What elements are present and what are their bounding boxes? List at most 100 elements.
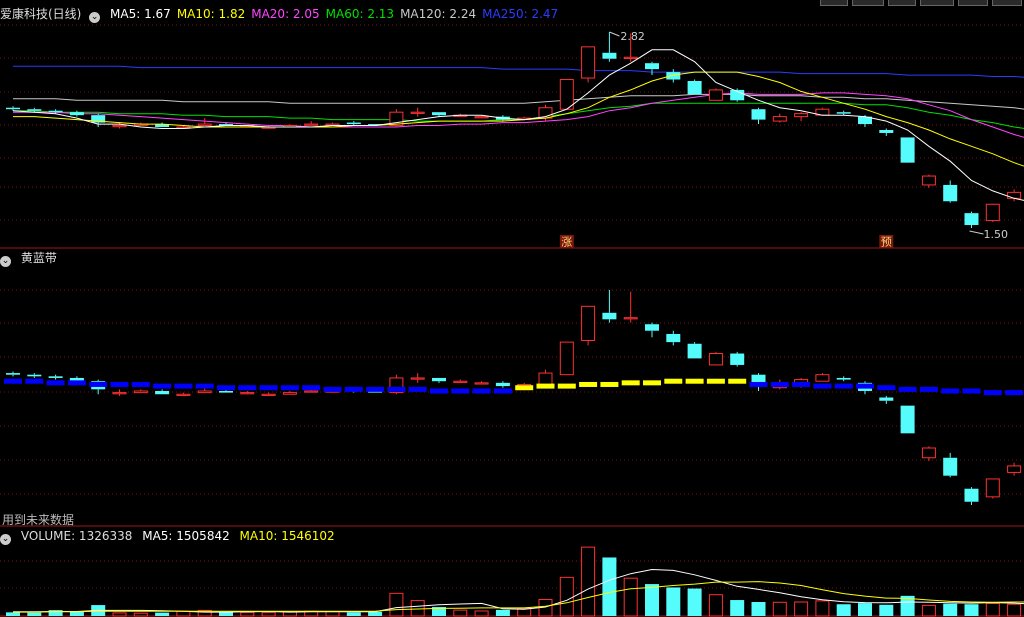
panel3-header: ⌄ VOLUME: 1326338 MA5: 1505842 MA10: 154… — [0, 528, 341, 545]
ma-legend-item: MA10: 1.82 — [176, 7, 246, 21]
candle-body — [921, 447, 936, 459]
candle-body — [730, 353, 745, 365]
candle-body — [921, 175, 936, 186]
band-segment — [387, 386, 406, 392]
candle-body — [645, 63, 659, 70]
band-segment — [344, 386, 363, 392]
toolbar-tab-1[interactable] — [820, 0, 848, 6]
candle-body — [48, 110, 63, 113]
low-price-label: 1.50 — [984, 228, 1009, 241]
band-segment — [919, 386, 938, 392]
candle-body — [559, 341, 574, 376]
volume-bar — [985, 602, 1000, 617]
chevron-down-icon[interactable]: ⌄ — [0, 534, 11, 545]
band-segment — [217, 385, 235, 391]
volume-bar — [581, 546, 596, 617]
band-segment — [174, 383, 193, 389]
band-segment — [110, 381, 129, 387]
volume-ma10-line — [13, 581, 1024, 613]
volume-bar — [346, 612, 361, 616]
candle-body — [666, 72, 681, 80]
volume-bar — [389, 592, 404, 617]
candle-body — [581, 46, 596, 79]
band-segment — [238, 385, 257, 391]
candle-body — [836, 112, 851, 114]
candle-body — [432, 377, 446, 382]
volume-bar — [921, 604, 936, 617]
volume-bar — [645, 584, 659, 616]
band-segment — [792, 381, 811, 387]
candle-body — [985, 478, 1000, 498]
band-segment — [962, 388, 981, 394]
toolbar-tab-5[interactable] — [958, 0, 988, 6]
volume-bar — [240, 611, 255, 617]
band-segment — [749, 381, 768, 387]
candle-body — [240, 392, 255, 395]
candle-body — [495, 382, 510, 387]
ma250-line — [13, 65, 1024, 78]
candle-body — [943, 184, 958, 202]
toolbar-tab-4[interactable] — [920, 0, 954, 6]
volume-bar — [69, 611, 84, 616]
band-segment — [664, 378, 683, 384]
band-segment — [302, 385, 321, 391]
band-segment — [643, 380, 661, 386]
panel1-title: 爱康科技(日线) — [0, 7, 82, 21]
candle-body — [900, 137, 915, 163]
band-segment — [131, 381, 150, 387]
volume-ma10: MA10: 1546102 — [239, 529, 335, 543]
band-segment — [4, 378, 22, 384]
candle-body — [623, 56, 638, 59]
high-price-label: 2.82 — [620, 30, 645, 43]
volume-bar — [772, 601, 787, 617]
candle-body — [282, 392, 297, 395]
toolbar-tab-6[interactable] — [992, 0, 1022, 6]
toolbar-tab-2[interactable] — [852, 0, 884, 6]
band-segment — [579, 381, 598, 387]
volume-bar — [687, 588, 702, 616]
candle-body — [751, 109, 766, 120]
band-segment — [877, 385, 896, 391]
chevron-down-icon[interactable]: ⌄ — [89, 12, 101, 23]
candle-body — [197, 390, 212, 394]
candle-body — [879, 397, 894, 401]
volume-bar — [368, 611, 383, 616]
candle-body — [69, 112, 84, 116]
panel1-header: 爱康科技(日线) ⌄ MA5: 1.67 MA10: 1.82 MA20: 2.05… — [0, 6, 570, 23]
band-segment — [941, 388, 960, 394]
band-segment — [983, 390, 1002, 396]
band-segment — [366, 386, 385, 392]
volume-bar — [176, 610, 191, 617]
candle-body — [346, 122, 361, 125]
candle-body — [794, 113, 809, 118]
candle-body — [304, 390, 319, 393]
band-segment — [323, 386, 342, 392]
candle-body — [602, 52, 617, 59]
candle-body — [304, 123, 319, 126]
volume-bar — [261, 611, 276, 617]
volume-bar — [730, 600, 745, 616]
ma-legend-item: MA60: 2.13 — [325, 7, 395, 21]
toolbar-tab-3[interactable] — [888, 0, 916, 6]
chevron-down-icon[interactable]: ⌄ — [0, 256, 11, 267]
band-segment — [195, 383, 214, 389]
volume-bar — [155, 612, 170, 616]
ma-legend-item: MA120: 2.24 — [400, 7, 477, 21]
candle-body — [964, 488, 979, 502]
candle-body — [708, 353, 723, 366]
volume-bar — [858, 603, 872, 616]
band-segment — [557, 383, 576, 389]
volume-bar — [27, 612, 42, 616]
ma10-line — [13, 71, 1024, 167]
volume-bar — [666, 587, 681, 616]
candle-body — [964, 213, 979, 226]
candle-body — [1007, 191, 1022, 199]
band-segment — [600, 381, 619, 387]
candle-body — [623, 317, 638, 320]
candle-body — [687, 343, 702, 359]
candle-body — [261, 393, 276, 396]
candle-body — [772, 116, 787, 122]
volume-ma5: MA5: 1505842 — [142, 529, 230, 543]
band-segment — [813, 383, 832, 389]
band-segment — [280, 385, 299, 391]
